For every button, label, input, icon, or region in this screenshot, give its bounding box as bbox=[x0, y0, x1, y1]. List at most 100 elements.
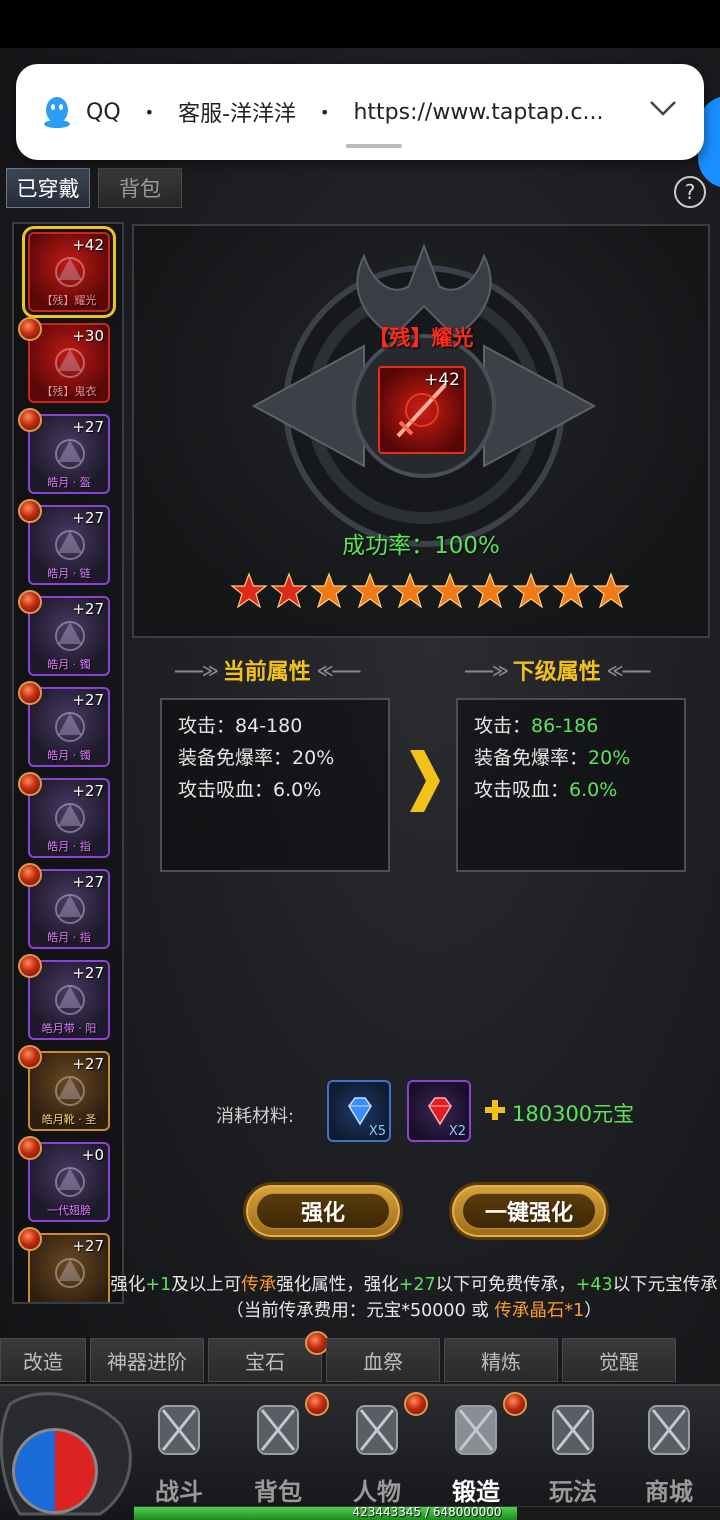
material-slot-purple[interactable]: X2 bbox=[407, 1080, 471, 1142]
success-label: 成功率： bbox=[342, 533, 435, 559]
subtab-gem[interactable]: 宝石 bbox=[208, 1331, 329, 1382]
star-icon bbox=[230, 572, 268, 609]
notification-badge bbox=[18, 681, 42, 705]
qq-penguin-icon bbox=[44, 97, 70, 128]
taiji-orb-button[interactable] bbox=[12, 1428, 98, 1514]
enhance-button-label: 强化 bbox=[300, 1201, 345, 1226]
item-level: +42 bbox=[424, 370, 460, 390]
one-click-label: 一键强化 bbox=[484, 1201, 573, 1226]
nav-label: 人物 bbox=[353, 1478, 401, 1506]
item-title: 【残】耀光 bbox=[368, 326, 474, 350]
nav-character[interactable]: 人物 bbox=[330, 1392, 428, 1512]
slot-level: +27 bbox=[72, 418, 104, 436]
slot-level: +27 bbox=[72, 509, 104, 527]
notification-url: https://www.taptap.c... bbox=[353, 99, 604, 125]
next-attr-title: 下级属性 bbox=[512, 660, 601, 685]
nav-battle[interactable]: 战斗 bbox=[132, 1392, 226, 1512]
equipment-art-icon bbox=[55, 894, 85, 924]
notification-badge bbox=[18, 1045, 42, 1069]
star-icon bbox=[350, 572, 389, 609]
inherit-note: 强化+1及以上可传承强化属性，强化+27以下可免费传承，+43以下元宝传承（当前… bbox=[110, 1275, 718, 1321]
current-attr-header: ——≫ 当前属性 ≪—— bbox=[168, 654, 366, 686]
exp-bar: 423443345 / 648000000 bbox=[134, 1505, 720, 1520]
separator-dot: • bbox=[320, 102, 330, 122]
slot-level: +42 bbox=[72, 236, 104, 254]
equipment-list[interactable]: +42 【残】耀光 +30 【残】鬼衣 +27 皓月 · 盔 +27 皓月 · 链 +27 皓月 … bbox=[12, 222, 124, 1304]
material-slot-blue[interactable]: X5 bbox=[327, 1080, 391, 1142]
blue-diamond-icon bbox=[348, 1097, 372, 1126]
attr-row: 装备免爆率：20% bbox=[178, 747, 335, 769]
success-value: 100% bbox=[434, 533, 500, 559]
selected-item-icon[interactable]: +42 bbox=[378, 366, 466, 454]
star-icon bbox=[471, 572, 510, 609]
star-icon bbox=[592, 572, 630, 609]
help-button[interactable]: ? bbox=[674, 176, 706, 208]
current-attr-box: 攻击：84-180 装备免爆率：20% 攻击吸血：6.0% bbox=[160, 698, 390, 872]
arrow-deco-icon: ≪—— bbox=[606, 660, 652, 680]
one-click-enhance-button[interactable]: 一键强化 bbox=[449, 1182, 609, 1240]
nav-forge[interactable]: 锻造 bbox=[429, 1392, 527, 1512]
slot-name: 皓月靴 · 圣 bbox=[41, 1113, 97, 1126]
nav-bag[interactable]: 背包 bbox=[231, 1392, 329, 1512]
nav-label: 玩法 bbox=[549, 1478, 597, 1506]
attr-row: 装备免爆率：20% bbox=[474, 747, 631, 769]
slot-name: 【残】耀光 bbox=[41, 294, 97, 307]
notification-banner[interactable]: QQ • 客服-洋洋洋 • https://www.taptap.c... bbox=[16, 64, 704, 160]
success-rate: 成功率：100% bbox=[134, 526, 708, 560]
next-attr-header: ——≫ 下级属性 ≪—— bbox=[458, 654, 656, 686]
nav-play[interactable]: 玩法 bbox=[526, 1392, 620, 1512]
chevron-down-icon[interactable] bbox=[648, 98, 678, 118]
slot-name: 皓月 · 链 bbox=[47, 567, 91, 580]
drag-handle[interactable] bbox=[346, 144, 402, 148]
ingot-cost: 180300元宝 bbox=[512, 1102, 635, 1126]
plus-icon bbox=[485, 1100, 505, 1120]
equipment-slot[interactable]: +42 【残】耀光 bbox=[22, 226, 116, 318]
attr-row: 攻击吸血：6.0% bbox=[474, 779, 618, 801]
star-icon bbox=[552, 572, 590, 609]
slot-level: +27 bbox=[72, 873, 104, 891]
crossed-swords-icon bbox=[158, 1405, 200, 1455]
subtab-blood[interactable]: 血祭 bbox=[326, 1338, 440, 1382]
notification-badge bbox=[18, 317, 42, 341]
subtab-artifact[interactable]: 神器进阶 bbox=[90, 1338, 204, 1382]
notification-badge bbox=[305, 1392, 329, 1416]
slot-name: 皓月 · 盔 bbox=[47, 476, 91, 489]
attr-row: 攻击：86-186 bbox=[474, 715, 599, 737]
arrow-deco-icon: ——≫ bbox=[464, 660, 509, 680]
star-icon bbox=[511, 572, 550, 609]
subtab-refine[interactable]: 精炼 bbox=[444, 1338, 558, 1382]
star-icon bbox=[310, 572, 349, 609]
notification-contact: 客服-洋洋洋 bbox=[178, 102, 297, 127]
subtab-awaken[interactable]: 觉醒 bbox=[562, 1338, 676, 1382]
red-gem-icon bbox=[428, 1097, 452, 1126]
exp-text: 423443345 / 648000000 bbox=[352, 1505, 502, 1519]
star-icon bbox=[270, 572, 308, 609]
notification-badge bbox=[503, 1392, 527, 1416]
slot-name: 【残】鬼衣 bbox=[41, 385, 97, 398]
tab-worn[interactable]: 已穿戴 bbox=[6, 168, 90, 208]
equipment-art-icon bbox=[55, 1258, 85, 1288]
enhance-stars bbox=[230, 572, 630, 614]
equipment-art-icon bbox=[55, 712, 85, 742]
nav-shop[interactable]: 商城 bbox=[622, 1392, 716, 1512]
attr-row: 攻击：84-180 bbox=[178, 715, 303, 737]
slot-name: 皓月 · 镯 bbox=[47, 658, 91, 671]
arrow-deco-icon: ——≫ bbox=[174, 660, 219, 680]
subtab-modify[interactable]: 改造 bbox=[0, 1338, 86, 1382]
equipment-art-icon bbox=[55, 530, 85, 560]
forge-subtabs: 改造 神器进阶 宝石 血祭 精炼 觉醒 bbox=[0, 1331, 720, 1384]
slot-level: +0 bbox=[81, 1146, 104, 1164]
equipment-art-icon bbox=[55, 1167, 85, 1197]
helmet-icon bbox=[356, 1405, 398, 1455]
enhance-button[interactable]: 强化 bbox=[243, 1182, 403, 1240]
slot-name: 皓月 · 指 bbox=[47, 840, 91, 853]
tab-bag[interactable]: 背包 bbox=[98, 168, 182, 208]
notification-badge bbox=[404, 1392, 428, 1416]
slot-level: +27 bbox=[72, 964, 104, 982]
nav-label: 战斗 bbox=[155, 1478, 203, 1506]
winged-sword-icon bbox=[552, 1405, 594, 1455]
equipment-art-icon bbox=[55, 348, 85, 378]
slot-level: +27 bbox=[72, 782, 104, 800]
equipment-art-icon bbox=[55, 985, 85, 1015]
backpack-icon bbox=[257, 1405, 299, 1455]
